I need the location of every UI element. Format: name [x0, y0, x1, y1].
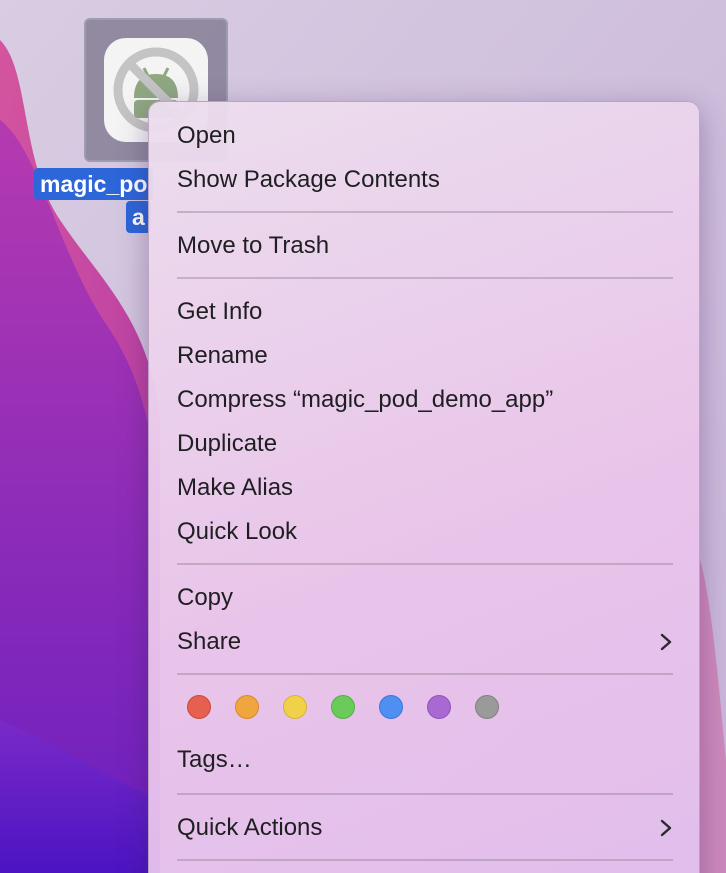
menu-item-quick-actions[interactable]: Quick Actions	[149, 808, 701, 848]
menu-item-label: Open	[177, 122, 236, 149]
menu-item-label: Make Alias	[177, 474, 294, 501]
menu-item-label: Get Info	[177, 298, 263, 325]
menu-separator	[177, 211, 673, 213]
tag-yellow-icon[interactable]	[283, 695, 307, 719]
menu-item-get-info[interactable]: Get Info	[149, 292, 701, 332]
tag-purple-icon[interactable]	[427, 695, 451, 719]
menu-item-label: Move to Trash	[177, 232, 330, 259]
menu-separator	[177, 277, 673, 279]
menu-item-make-alias[interactable]: Make Alias	[149, 468, 701, 508]
desktop: magic_po a Open Show Package Contents Mo…	[0, 0, 726, 873]
chevron-right-icon	[660, 633, 672, 651]
menu-item-move-to-trash[interactable]: Move to Trash	[149, 226, 701, 266]
menu-item-copy[interactable]: Copy	[149, 578, 701, 618]
menu-item-label: Quick Actions	[177, 814, 323, 841]
menu-item-label: Share	[177, 628, 242, 655]
tag-red-icon[interactable]	[187, 695, 211, 719]
tag-orange-icon[interactable]	[235, 695, 259, 719]
menu-item-show-package-contents[interactable]: Show Package Contents	[149, 160, 701, 200]
menu-item-label: Tags…	[177, 746, 252, 773]
chevron-right-icon	[660, 819, 672, 837]
menu-item-rename[interactable]: Rename	[149, 336, 701, 376]
menu-item-open[interactable]: Open	[149, 116, 701, 156]
menu-item-compress[interactable]: Compress “magic_pod_demo_app”	[149, 380, 701, 420]
tag-blue-icon[interactable]	[379, 695, 403, 719]
menu-item-label: Rename	[177, 342, 268, 369]
menu-item-quick-look[interactable]: Quick Look	[149, 512, 701, 552]
menu-item-tags[interactable]: Tags…	[149, 740, 701, 780]
tag-green-icon[interactable]	[331, 695, 355, 719]
menu-item-label: Quick Look	[177, 518, 298, 545]
tag-gray-icon[interactable]	[475, 695, 499, 719]
menu-separator	[177, 793, 673, 795]
app-icon-label[interactable]: magic_po	[34, 168, 154, 200]
menu-item-share[interactable]: Share	[149, 622, 701, 662]
menu-separator	[177, 563, 673, 565]
menu-item-label: Copy	[177, 584, 234, 611]
menu-item-label: Show Package Contents	[177, 166, 440, 193]
menu-item-label: Duplicate	[177, 430, 278, 457]
menu-separator	[177, 859, 673, 861]
menu-separator	[177, 673, 673, 675]
menu-item-label: Compress “magic_pod_demo_app”	[177, 386, 554, 413]
context-menu: Open Show Package Contents Move to Trash…	[148, 101, 700, 873]
menu-item-duplicate[interactable]: Duplicate	[149, 424, 701, 464]
